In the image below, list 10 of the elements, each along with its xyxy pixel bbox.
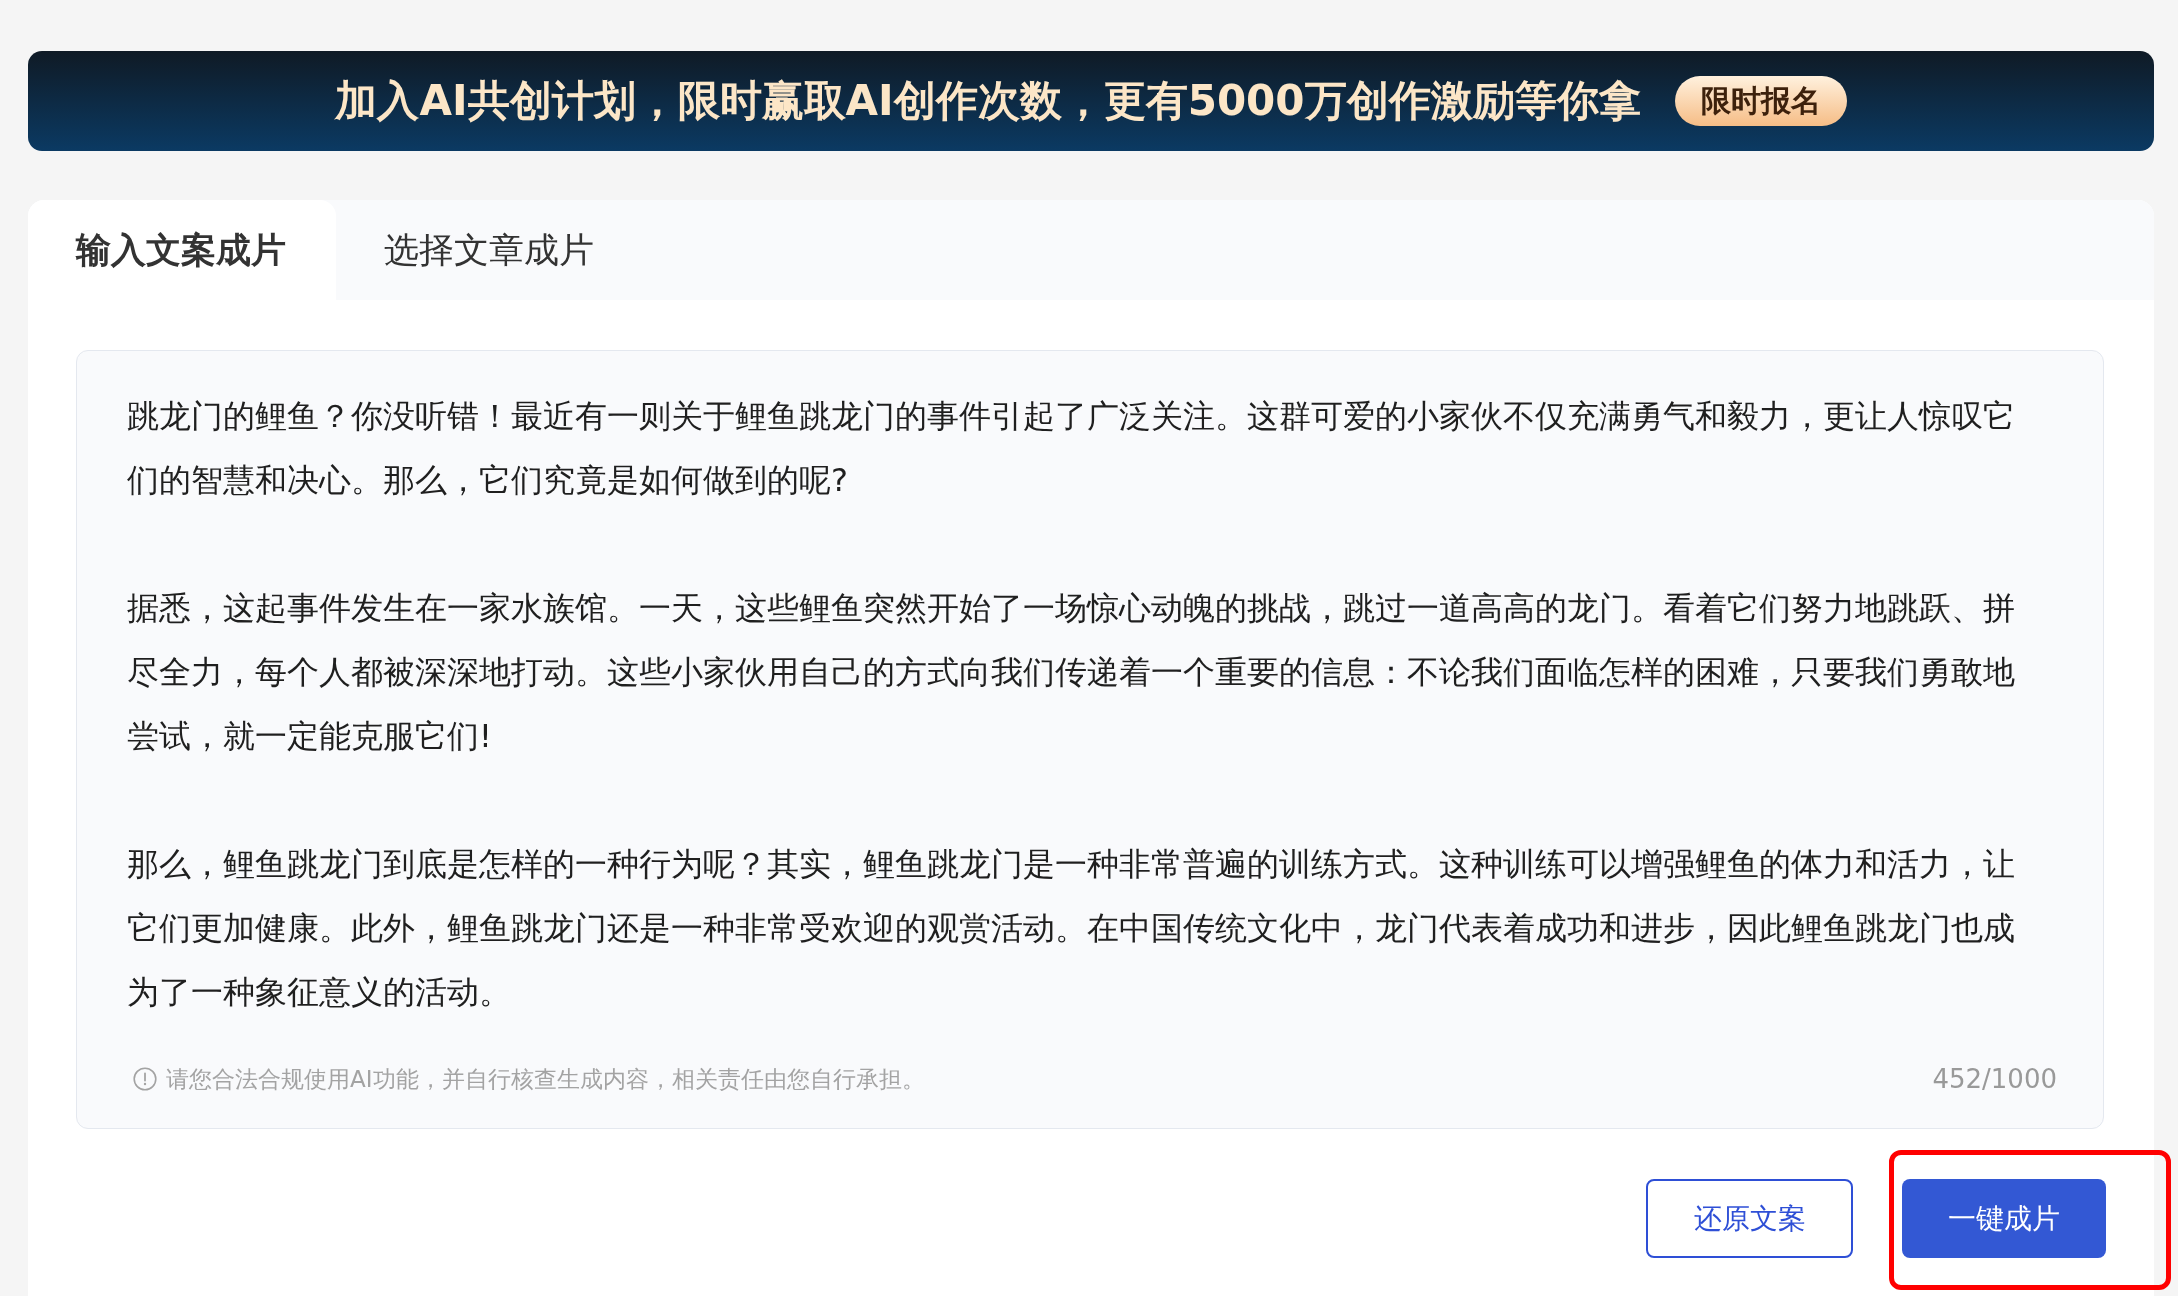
tab[interactable]: 选择文章成片 [336, 200, 644, 300]
restore-button[interactable]: 还原文案 [1646, 1179, 1853, 1258]
generate-button[interactable]: 一键成片 [1902, 1179, 2106, 1258]
disclaimer-text: 请您合法合规使用AI功能，并自行核查生成内容，相关责任由您自行承担。 [166, 1064, 925, 1094]
tab[interactable]: 输入文案成片 [28, 200, 336, 300]
signup-button[interactable]: 限时报名 [1674, 76, 1847, 126]
info-icon [133, 1067, 157, 1091]
character-counter: 452/1000 [1932, 1064, 2057, 1094]
banner-text: 加入AI共创计划，限时赢取AI创作次数，更有5000万创作激励等你拿 [335, 75, 1641, 127]
text-input-field[interactable]: 跳龙门的鲤鱼？你没听错！最近有一则关于鲤鱼跳龙门的事件引起了广泛关注。这群可爱的小家伙不仅充满勇气和毅力，更让人惊叹它们的智慧和决心。那么，它们究竟是如何做到的呢? 据悉，这起事件发生在一家水族馆。一天，这些鲤鱼突然开始了一场惊心动魄的挑战，跳过一道高高的龙门。看着它们努力地跳跃、拼尽全力，每个人都被深深地打动。这些小家伙用自己的方式向我们传递着一个重要的信息：不论我们面临怎样的困难，只要我们勇敢地尝试，就一定能克服它们! 那么，鲤鱼跳龙门到底是怎样的一种行为呢？其实，鲤鱼跳龙门是一种非常普遍的训练方式。这种训练可以增强鲤鱼的体力和活力，让它们更加健康。此外，鲤鱼跳龙门还是一种非常受欢迎的观赏活动。在中国传统文化中，龙门代表着成功和进步，因此鲤鱼跳龙门也成为了一种象征意义的活动。 [127, 384, 2025, 1062]
